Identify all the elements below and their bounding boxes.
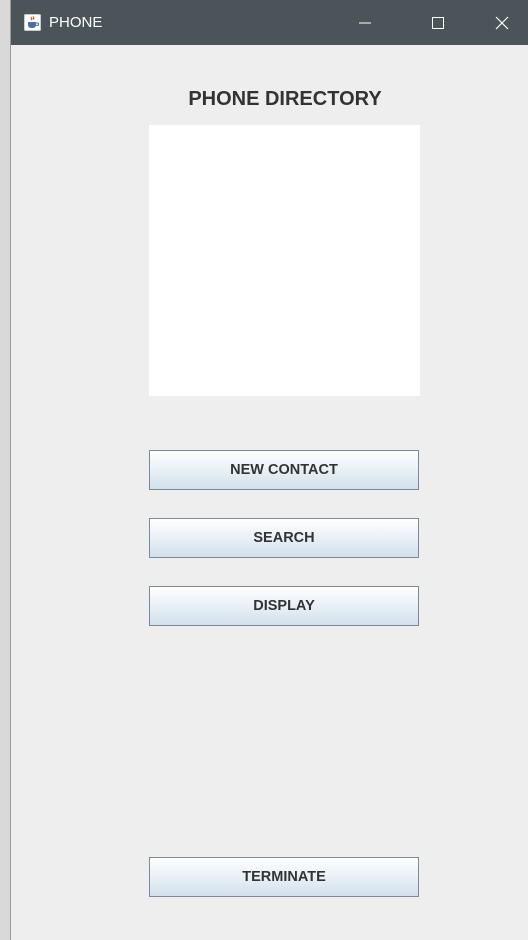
window-title: PHONE [49, 14, 103, 31]
display-button[interactable]: DISPLAY [149, 586, 419, 626]
close-icon [495, 16, 509, 29]
java-cup-icon[interactable] [24, 14, 41, 31]
maximize-icon [432, 16, 444, 29]
minimize-button[interactable] [342, 0, 388, 45]
search-button[interactable]: SEARCH [149, 518, 419, 558]
maximize-button[interactable] [415, 0, 461, 45]
terminate-button[interactable]: TERMINATE [149, 857, 419, 897]
app-window: PHONE PHONE DIRECTORY NEW CONTACT SEARCH… [10, 0, 528, 940]
page-title: PHONE DIRECTORY [188, 88, 382, 110]
new-contact-button[interactable]: NEW CONTACT [149, 450, 419, 490]
title-bar[interactable]: PHONE [11, 0, 528, 45]
contacts-display-area[interactable] [149, 125, 420, 396]
close-button[interactable] [479, 0, 525, 45]
minimize-icon [359, 22, 371, 23]
